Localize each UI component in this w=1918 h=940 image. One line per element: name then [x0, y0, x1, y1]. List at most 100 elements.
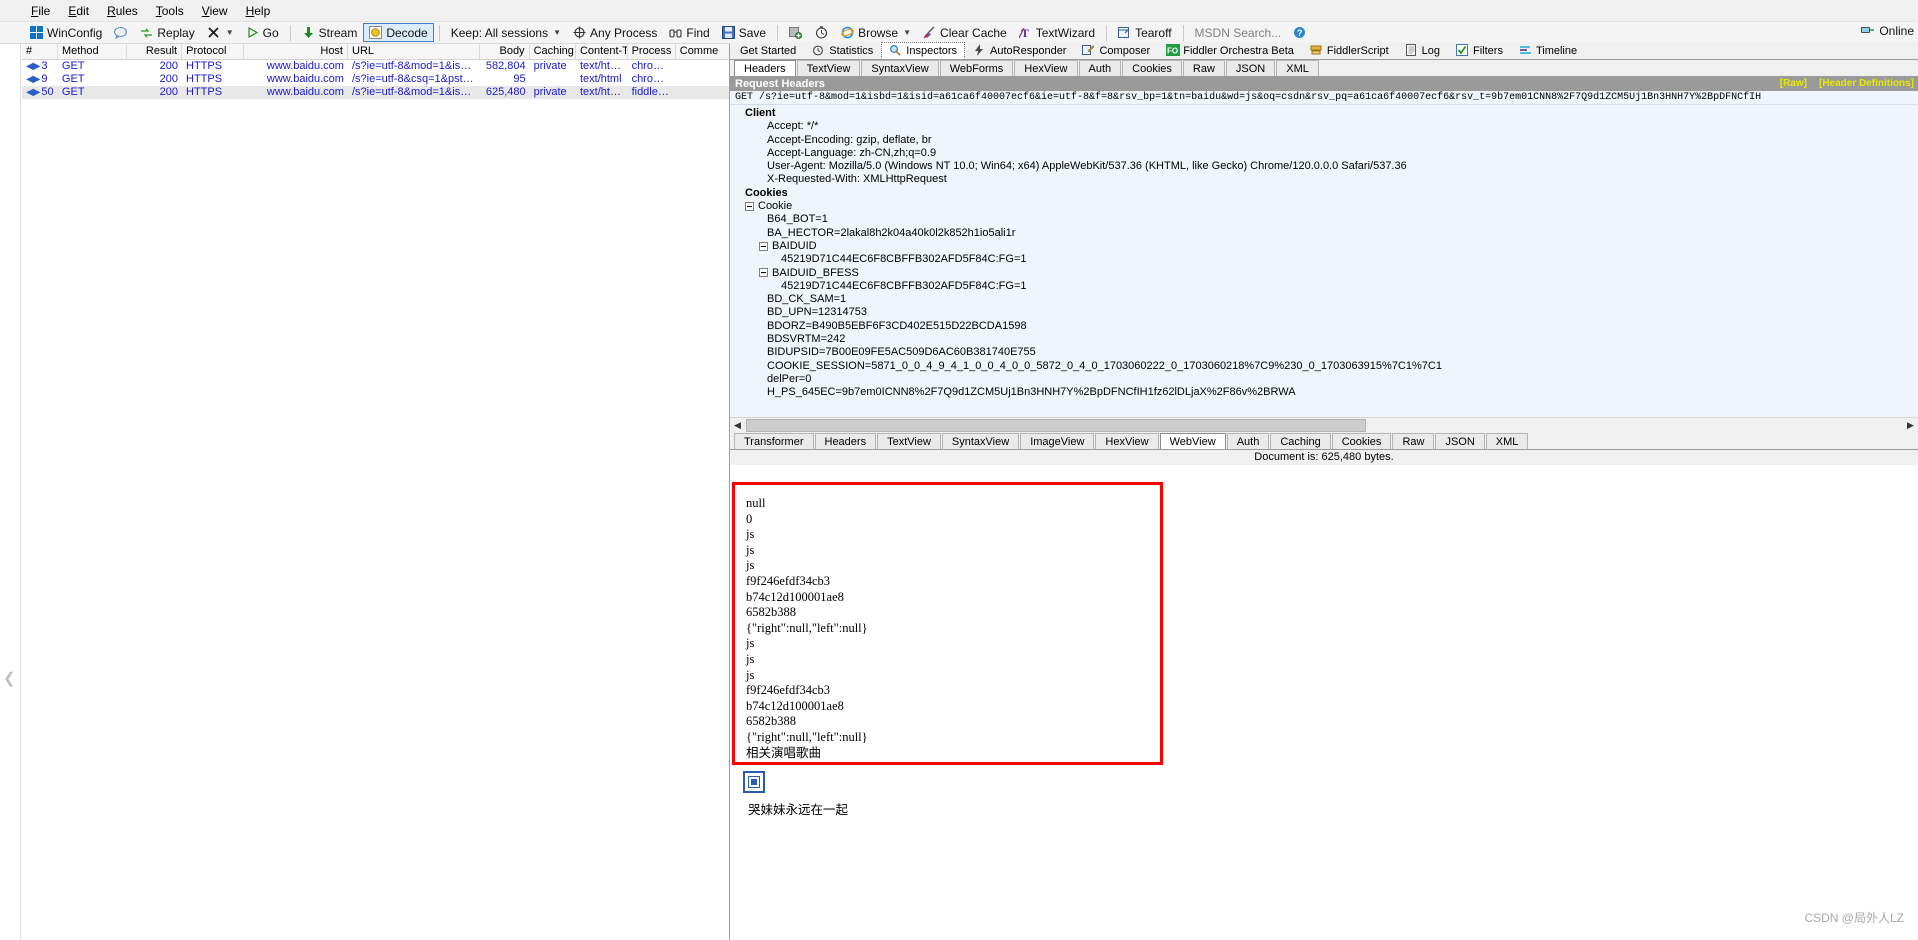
response-tab-xml[interactable]: XML — [1485, 433, 1529, 449]
tab-get-started[interactable]: Get Started — [732, 42, 805, 59]
scrollbar-thumb[interactable] — [746, 418, 1366, 432]
collapse-arrow-icon[interactable]: ❮ — [3, 669, 16, 687]
browse-caret-icon[interactable]: ▼ — [903, 28, 911, 37]
request-tab-xml[interactable]: XML — [1276, 60, 1319, 76]
stream-button[interactable]: Stream — [296, 23, 364, 42]
help-button[interactable]: ? — [1287, 23, 1313, 42]
menu-tools[interactable]: Tools — [147, 1, 193, 21]
response-tab-headers[interactable]: Headers — [814, 433, 877, 449]
table-row[interactable]: ◀▶ 50 GET 200 HTTPS www.baidu.com /s?ie=u… — [22, 86, 729, 99]
request-horizontal-scrollbar[interactable]: ◀ ▶ — [730, 417, 1918, 433]
column-header-body[interactable]: Body — [480, 44, 530, 59]
winconfig-button[interactable]: WinConfig — [24, 23, 108, 42]
go-button[interactable]: Go — [240, 23, 285, 42]
request-tab-headers[interactable]: Headers — [734, 60, 796, 76]
column-header-comments[interactable]: Comme — [676, 44, 729, 59]
browse-button[interactable]: Browse ▼ — [835, 23, 917, 42]
request-tab-textview[interactable]: TextView — [796, 60, 861, 76]
scroll-right-arrow-icon[interactable]: ▶ — [1903, 417, 1918, 433]
msdn-search-field[interactable]: MSDN Search... — [1189, 23, 1288, 42]
request-tab-raw[interactable]: Raw — [1182, 60, 1225, 76]
cookie-node[interactable]: Cookie — [735, 200, 1918, 213]
menu-view[interactable]: View — [193, 1, 237, 21]
keep-sessions-dropdown[interactable]: Keep: All sessions ▼ — [445, 23, 567, 42]
scroll-left-arrow-icon[interactable]: ◀ — [730, 417, 745, 433]
tearoff-button[interactable]: Tearoff — [1112, 23, 1177, 42]
menu-edit[interactable]: Edit — [59, 1, 98, 21]
save-button[interactable]: Save — [716, 23, 772, 42]
online-status[interactable]: Online — [1861, 24, 1914, 38]
decode-button[interactable]: Decode — [363, 23, 434, 42]
header-x-requested-with: X-Requested-With: XMLHttpRequest — [767, 173, 947, 186]
headers-tree[interactable]: Client Accept: */* Accept-Encoding: gzip… — [730, 105, 1918, 405]
tab-composer-label: Composer — [1099, 45, 1151, 57]
comment-button[interactable] — [108, 23, 134, 42]
column-header-content-type[interactable]: Content-Type — [576, 44, 628, 59]
request-tab-json[interactable]: JSON — [1225, 60, 1276, 76]
watermark: CSDN @局外人LZ — [1804, 911, 1904, 925]
timer-button[interactable] — [809, 23, 835, 42]
screenshot-button[interactable] — [783, 23, 809, 42]
clear-sessions-button[interactable]: ▼ — [201, 23, 240, 42]
tab-autoresponder[interactable]: AutoResponder — [965, 42, 1075, 59]
column-header-process[interactable]: Process — [628, 44, 676, 59]
tab-log[interactable]: Log — [1396, 42, 1448, 59]
response-tab-cookies[interactable]: Cookies — [1331, 433, 1392, 449]
column-header-host[interactable]: Host — [244, 44, 348, 59]
request-tab-syntaxview[interactable]: SyntaxView — [861, 60, 939, 76]
tab-inspectors[interactable]: Inspectors — [881, 42, 966, 59]
tab-fiddlerscript[interactable]: FiddlerScript — [1301, 42, 1397, 59]
tab-composer[interactable]: Composer — [1074, 42, 1159, 59]
replay-button[interactable]: Replay — [134, 23, 200, 42]
request-tab-webforms[interactable]: WebForms — [939, 60, 1014, 76]
table-row[interactable]: ◀▶ 9 GET 200 HTTPS www.baidu.com /s?ie=ut… — [22, 73, 729, 86]
response-tab-imageview[interactable]: ImageView — [1020, 433, 1095, 449]
column-header-protocol[interactable]: Protocol — [182, 44, 245, 59]
any-process-button[interactable]: Any Process — [567, 23, 663, 42]
tab-timeline[interactable]: Timeline — [1510, 42, 1586, 59]
tab-log-label: Log — [1421, 45, 1440, 57]
response-tab-hexview[interactable]: HexView — [1095, 433, 1159, 449]
response-tab-json[interactable]: JSON — [1435, 433, 1485, 449]
request-tab-auth[interactable]: Auth — [1078, 60, 1122, 76]
cookie-baiduid-bfess-node[interactable]: BAIDUID_BFESS — [735, 267, 1918, 280]
cell-url: /s?ie=utf-8&mod=1&isbd=... — [351, 86, 480, 98]
clear-cache-button[interactable]: Clear Cache — [917, 23, 1013, 42]
tab-fiddler-orchestra[interactable]: FO Fiddler Orchestra Beta — [1158, 42, 1302, 59]
collapse-expander-icon[interactable] — [745, 201, 754, 211]
table-row[interactable]: ◀▶ 3 GET 200 HTTPS www.baidu.com /s?ie=ut… — [22, 60, 729, 73]
response-tab-transformer[interactable]: Transformer — [734, 433, 814, 449]
column-header-result[interactable]: Result — [127, 44, 183, 59]
tab-filters[interactable]: Filters — [1448, 42, 1511, 59]
response-tab-syntaxview[interactable]: SyntaxView — [941, 433, 1020, 449]
column-header-url[interactable]: URL — [348, 44, 480, 59]
webview-content[interactable]: null 0 js js js f9f246efdf34cb3 b74c12d1… — [730, 465, 1918, 940]
column-header-method[interactable]: Method — [58, 44, 127, 59]
keep-caret-icon[interactable]: ▼ — [553, 28, 561, 37]
clear-sessions-caret-icon[interactable]: ▼ — [226, 28, 234, 37]
request-tab-hexview[interactable]: HexView — [1014, 60, 1078, 76]
sessions-grid[interactable]: # Method Result Protocol Host URL Body C… — [22, 44, 730, 940]
header-accept-encoding: Accept-Encoding: gzip, deflate, br — [767, 133, 932, 146]
response-tab-caching[interactable]: Caching — [1270, 433, 1331, 449]
response-tab-raw[interactable]: Raw — [1392, 433, 1435, 449]
menu-file[interactable]: File — [22, 1, 59, 21]
collapse-expander-icon[interactable] — [759, 268, 768, 278]
column-header-caching[interactable]: Caching — [530, 44, 576, 59]
menu-rules[interactable]: Rules — [98, 1, 147, 21]
column-header-number[interactable]: # — [22, 44, 58, 59]
scrollbar-track[interactable] — [1367, 417, 1903, 433]
response-tab-textview[interactable]: TextView — [877, 433, 941, 449]
find-button[interactable]: Find — [663, 23, 715, 42]
response-tab-auth[interactable]: Auth — [1226, 433, 1270, 449]
response-tab-webview[interactable]: WebView — [1159, 433, 1226, 449]
broken-image-placeholder[interactable] — [743, 771, 765, 793]
header-definitions-link[interactable]: [Header Definitions] — [1819, 77, 1914, 91]
textwizard-button[interactable]: T TextWizard — [1013, 23, 1101, 42]
request-tab-cookies[interactable]: Cookies — [1122, 60, 1182, 76]
collapse-expander-icon[interactable] — [759, 241, 768, 251]
cookie-baiduid-node[interactable]: BAIDUID — [735, 240, 1918, 253]
tab-statistics[interactable]: Statistics — [804, 42, 882, 59]
menu-help[interactable]: Help — [237, 1, 280, 21]
raw-link[interactable]: [Raw] — [1780, 77, 1807, 91]
